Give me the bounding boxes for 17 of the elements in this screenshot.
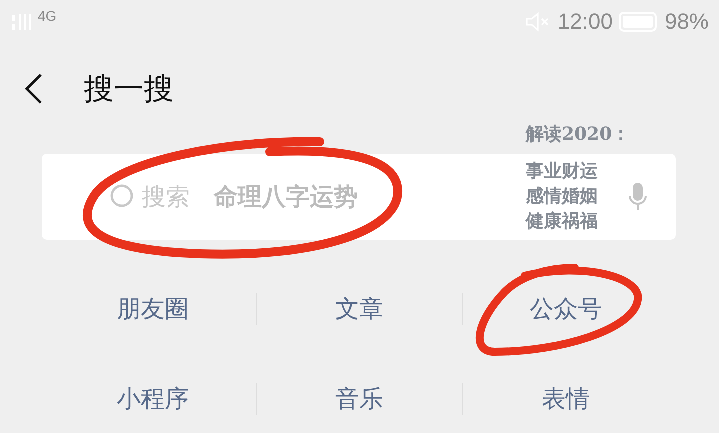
category-link[interactable]: 朋友圈	[50, 293, 256, 325]
category-link[interactable]: 小程序	[50, 383, 256, 415]
category-link[interactable]: 表情	[463, 383, 670, 415]
search-icon	[110, 184, 136, 210]
page-title: 搜一搜	[84, 70, 174, 108]
search-hint: 命理八字运势	[214, 181, 358, 213]
back-icon[interactable]	[24, 73, 44, 105]
overlay-caption: 健康祸福	[526, 210, 599, 234]
overlay-caption: 事业财运	[526, 160, 599, 184]
overlay-caption: 解读2020：	[526, 123, 630, 147]
category-link[interactable]: 音乐	[256, 383, 462, 415]
category-link[interactable]: 文章	[256, 293, 462, 325]
clock-time: 12:00	[558, 9, 613, 35]
category-link[interactable]: 公众号	[463, 293, 670, 325]
network-type: 4G	[38, 8, 57, 24]
battery-percent: 98%	[664, 9, 709, 35]
overlay-caption: 感情婚姻	[526, 185, 599, 209]
